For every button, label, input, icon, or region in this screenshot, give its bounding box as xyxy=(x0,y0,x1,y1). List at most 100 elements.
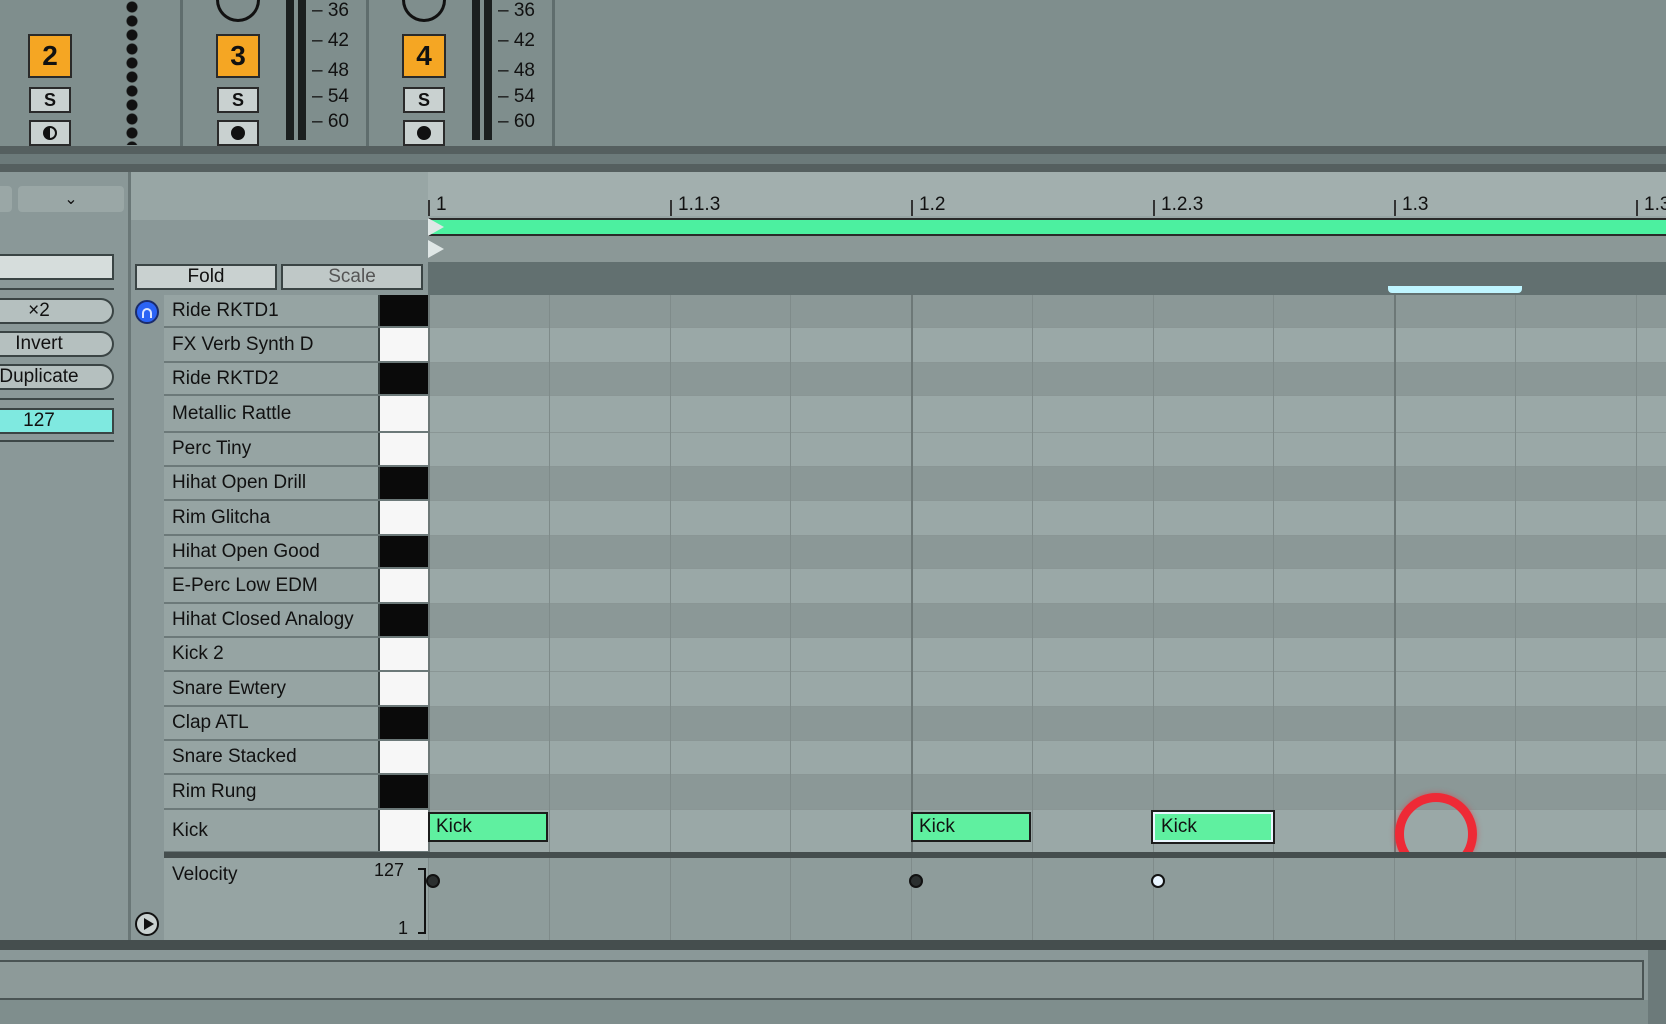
drum-rack-keys: Ride RKTD1 FX Verb Synth D Ride RKTD2 Metal… xyxy=(164,295,428,853)
drum-pad-row[interactable]: FX Verb Synth D xyxy=(164,328,428,363)
track-3-arm-button[interactable] xyxy=(217,120,259,146)
drum-pad-row[interactable]: Rim Rung xyxy=(164,775,428,810)
drum-pad-row[interactable]: Snare Stacked xyxy=(164,741,428,775)
scale-button[interactable]: Scale xyxy=(281,264,423,290)
grid-row[interactable] xyxy=(428,501,1666,536)
drum-pad-row[interactable]: Rim Glitcha xyxy=(164,501,428,536)
drum-pad-row[interactable]: Hihat Open Good xyxy=(164,536,428,569)
drum-pad-row[interactable]: E-Perc Low EDM xyxy=(164,569,428,604)
ruler-label: 1.3 xyxy=(1644,194,1666,215)
drum-pad-row[interactable]: Snare Ewtery xyxy=(164,672,428,707)
piano-key[interactable] xyxy=(378,363,428,394)
piano-key[interactable] xyxy=(378,328,428,361)
drum-pad-row[interactable]: Hihat Open Drill xyxy=(164,467,428,501)
grid-row[interactable] xyxy=(428,396,1666,433)
piano-key[interactable] xyxy=(378,741,428,773)
velocity-value-field[interactable]: 127 xyxy=(0,408,114,434)
track-3-activator[interactable]: 3 xyxy=(216,34,260,78)
grid-row[interactable] xyxy=(428,741,1666,775)
drum-pad-row[interactable]: Ride RKTD1 xyxy=(164,295,428,328)
piano-key[interactable] xyxy=(378,433,428,465)
grid-row[interactable] xyxy=(428,569,1666,604)
strip-separator xyxy=(366,0,369,152)
drum-pad-row[interactable]: Ride RKTD2 xyxy=(164,363,428,396)
piano-key[interactable] xyxy=(378,536,428,567)
track-2-activator[interactable]: 2 xyxy=(28,34,72,78)
grid-row[interactable] xyxy=(428,707,1666,741)
grid-line xyxy=(1152,295,1154,853)
ruler-label: 1.1.3 xyxy=(678,194,721,215)
db-tick: 48 xyxy=(498,60,535,82)
track-3-solo-button[interactable]: S xyxy=(217,87,259,113)
grid-row[interactable] xyxy=(428,328,1666,363)
piano-key[interactable] xyxy=(378,501,428,534)
drum-pad-row[interactable]: Perc Tiny xyxy=(164,433,428,467)
track-2-solo-button[interactable]: S xyxy=(29,87,71,113)
velocity-handle[interactable] xyxy=(1151,874,1165,888)
fold-button[interactable]: Fold xyxy=(135,264,277,290)
piano-key[interactable] xyxy=(378,638,428,670)
collapse-toggle[interactable]: ⌄ xyxy=(18,186,124,212)
grid-row[interactable] xyxy=(428,363,1666,396)
invert-button[interactable]: Invert xyxy=(0,331,114,357)
velocity-handle[interactable] xyxy=(426,874,440,888)
loop-start-marker[interactable] xyxy=(428,218,444,236)
drum-pad-row[interactable]: Clap ATL xyxy=(164,707,428,741)
midi-note[interactable]: Kick xyxy=(911,812,1031,842)
duplicate-button[interactable]: Duplicate xyxy=(0,364,114,390)
midi-note[interactable]: Kick xyxy=(1151,810,1275,844)
midi-note[interactable]: Kick xyxy=(428,812,548,842)
grid-line xyxy=(1273,295,1275,853)
track-4-solo-button[interactable]: S xyxy=(403,87,445,113)
piano-key[interactable] xyxy=(378,775,428,808)
headphones-preview-icon[interactable] xyxy=(135,300,159,324)
track-4-activator[interactable]: 4 xyxy=(402,34,446,78)
clip-name-field[interactable] xyxy=(0,254,114,280)
grid-row[interactable] xyxy=(428,672,1666,707)
velocity-max-label: 127 xyxy=(374,860,405,880)
grid-line xyxy=(428,295,430,853)
start-marker[interactable] xyxy=(428,240,444,258)
track-4-pan-knob[interactable] xyxy=(402,0,446,22)
drum-pad-label: Metallic Rattle xyxy=(172,402,292,424)
piano-key[interactable] xyxy=(378,396,428,431)
piano-key[interactable] xyxy=(378,467,428,499)
grid-row[interactable] xyxy=(428,775,1666,810)
note-grid[interactable] xyxy=(428,295,1666,853)
track-3-pan-knob[interactable] xyxy=(216,0,260,22)
track-4-arm-button[interactable] xyxy=(403,120,445,146)
track-2-monitor-button[interactable] xyxy=(29,120,71,146)
grid-row[interactable] xyxy=(428,467,1666,501)
play-preview-icon[interactable] xyxy=(135,912,159,936)
grid-row[interactable] xyxy=(428,604,1666,638)
time-ruler[interactable] xyxy=(428,172,1666,216)
velocity-handle[interactable] xyxy=(909,874,923,888)
panel-tab[interactable] xyxy=(0,186,12,212)
drum-pad-row[interactable]: Kick xyxy=(164,810,428,853)
panel-divider[interactable] xyxy=(0,146,1666,154)
grid-row[interactable] xyxy=(428,433,1666,467)
grid-row[interactable] xyxy=(428,295,1666,328)
piano-key[interactable] xyxy=(378,604,428,636)
grid-row[interactable] xyxy=(428,810,1666,853)
piano-key[interactable] xyxy=(378,295,428,326)
grid-row[interactable] xyxy=(428,536,1666,569)
record-arm-icon xyxy=(417,126,431,140)
horizontal-scrollbar[interactable] xyxy=(0,960,1644,1000)
loop-brace[interactable] xyxy=(428,218,1666,236)
double-button[interactable]: ×2 xyxy=(0,298,114,324)
drum-pad-row[interactable]: Hihat Closed Analogy xyxy=(164,604,428,638)
velocity-editor[interactable] xyxy=(428,858,1666,940)
drum-pad-label: Ride RKTD2 xyxy=(172,367,279,389)
drum-pad-row[interactable]: Kick 2 xyxy=(164,638,428,672)
piano-key[interactable] xyxy=(378,672,428,705)
grid-row[interactable] xyxy=(428,638,1666,672)
drum-pad-label: Snare Stacked xyxy=(172,746,297,767)
drum-pad-label: Rim Glitcha xyxy=(172,506,271,528)
velocity-grid-line xyxy=(790,858,792,940)
piano-key[interactable] xyxy=(378,810,428,851)
grid-line xyxy=(1031,295,1033,853)
piano-key[interactable] xyxy=(378,569,428,602)
piano-key[interactable] xyxy=(378,707,428,739)
drum-pad-row[interactable]: Metallic Rattle xyxy=(164,396,428,433)
